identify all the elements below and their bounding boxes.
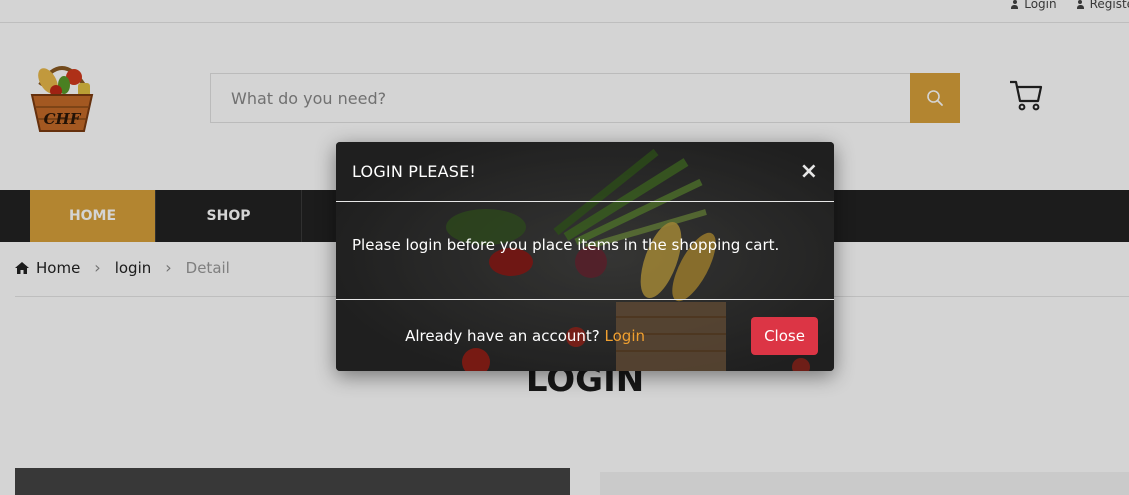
modal-message: Please login before you place items in t…: [352, 236, 780, 254]
account-prompt: Already have an account? Login: [405, 327, 645, 345]
account-prompt-text: Already have an account?: [405, 326, 600, 345]
login-required-modal: LOGIN PLEASE! × Please login before you …: [336, 142, 834, 371]
modal-header: LOGIN PLEASE! ×: [336, 142, 834, 202]
close-icon[interactable]: ×: [800, 161, 818, 183]
modal-login-link[interactable]: Login: [605, 327, 645, 345]
modal-footer: Already have an account? Login Close: [336, 300, 834, 371]
modal-body: Please login before you place items in t…: [336, 202, 834, 300]
modal-title: LOGIN PLEASE!: [352, 162, 477, 181]
close-button[interactable]: Close: [751, 316, 818, 355]
